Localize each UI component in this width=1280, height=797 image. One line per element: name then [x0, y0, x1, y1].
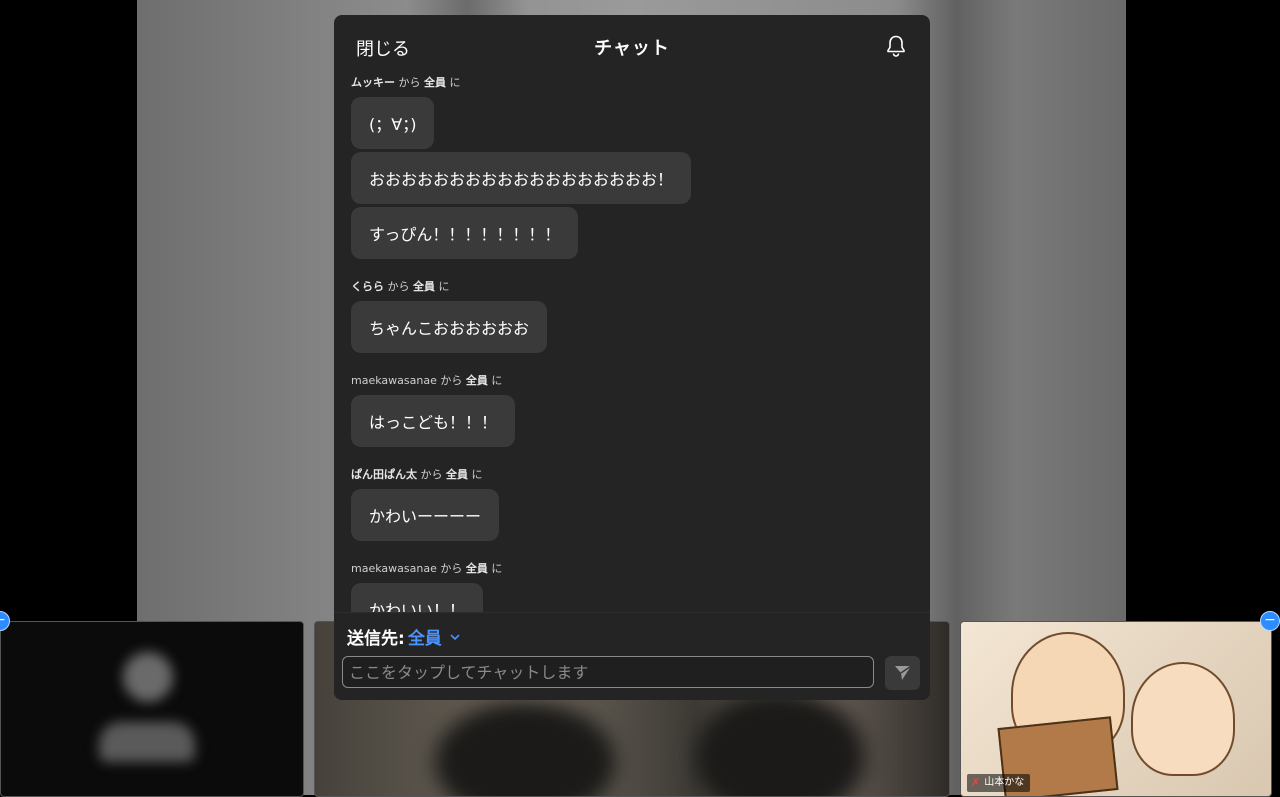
- message-group: ムッキー から 全員 に (；∀；) おおおおおおおおおおおおおおおおおお！ す…: [351, 74, 913, 262]
- to-label: に: [438, 280, 450, 293]
- to-label: に: [449, 76, 461, 89]
- sender-name: maekawasanae: [351, 562, 437, 575]
- message-meta: くらら から 全員 に: [351, 278, 913, 294]
- chat-panel: 閉じる チャット ムッキー から 全員 に (；∀；) おおおおおおおおおおおお…: [334, 15, 930, 700]
- to-label: に: [491, 374, 503, 387]
- recipient-label: 送信先:: [347, 629, 405, 649]
- chat-input[interactable]: ここをタップしてチャットします: [342, 656, 874, 688]
- message-meta: ムッキー から 全員 に: [351, 74, 913, 90]
- video-person: [435, 702, 615, 796]
- from-label: から: [440, 374, 463, 387]
- message-bubble[interactable]: はっこども！！！: [351, 395, 516, 447]
- collapse-right-button[interactable]: −: [1260, 611, 1280, 631]
- from-label: から: [440, 562, 463, 575]
- sender-name: maekawasanae: [351, 374, 437, 387]
- sender-name: ぱん田ぱん太: [351, 468, 417, 481]
- participant-video-thumbnail[interactable]: [0, 621, 304, 797]
- message-bubble[interactable]: おおおおおおおおおおおおおおおおおお！: [351, 152, 692, 204]
- message-group: maekawasanae から 全員 に かわいい！！: [351, 560, 913, 613]
- sender-name: ムッキー: [351, 76, 395, 89]
- message-meta: maekawasanae から 全員 に: [351, 560, 913, 576]
- recipient-selector[interactable]: 送信先: 全員: [347, 624, 461, 649]
- recipient-name: 全員: [465, 374, 488, 387]
- illustration-figure: [1131, 662, 1235, 776]
- participant-video-thumbnail[interactable]: ✗ 山本かな: [960, 621, 1272, 797]
- message-group: ぱん田ぱん太 から 全員 に かわいーーーー: [351, 466, 913, 544]
- recipient-name: 全員: [446, 468, 468, 481]
- to-label: に: [491, 562, 503, 575]
- participant-name-tag: ✗ 山本かな: [967, 774, 1031, 792]
- message-bubble[interactable]: かわいーーーー: [351, 489, 500, 541]
- avatar-placeholder: [123, 652, 173, 702]
- message-group: maekawasanae から 全員 に はっこども！！！: [351, 372, 913, 450]
- chat-message-list[interactable]: ムッキー から 全員 に (；∀；) おおおおおおおおおおおおおおおおおお！ す…: [351, 73, 913, 613]
- message-meta: ぱん田ぱん太 から 全員 に: [351, 466, 913, 482]
- recipient-name: 全員: [413, 280, 435, 293]
- chat-header: 閉じる チャット: [334, 15, 930, 77]
- from-label: から: [420, 468, 443, 481]
- bell-icon[interactable]: [884, 34, 908, 58]
- from-label: から: [398, 76, 421, 89]
- chevron-down-icon[interactable]: [449, 631, 461, 643]
- message-bubble[interactable]: (；∀；): [351, 97, 435, 149]
- chat-composer: 送信先: 全員 ここをタップしてチャットします: [334, 612, 930, 700]
- send-icon: [894, 665, 911, 680]
- from-label: から: [387, 280, 410, 293]
- message-bubble[interactable]: すっぴん！！！！！！！！: [351, 207, 579, 259]
- message-meta: maekawasanae から 全員 に: [351, 372, 913, 388]
- sender-name: くらら: [351, 280, 384, 293]
- participant-name: 山本かな: [984, 777, 1025, 788]
- message-bubble[interactable]: かわいい！！: [351, 583, 484, 613]
- recipient-name: 全員: [424, 76, 446, 89]
- to-label: に: [471, 468, 483, 481]
- message-group: くらら から 全員 に ちゃんこおおおおおお: [351, 278, 913, 356]
- avatar-placeholder: [99, 722, 195, 762]
- mic-muted-icon: ✗: [971, 776, 981, 789]
- send-button[interactable]: [885, 656, 920, 690]
- recipient-name: 全員: [465, 562, 488, 575]
- video-person: [695, 692, 865, 796]
- recipient-value[interactable]: 全員: [408, 624, 442, 649]
- chat-title: チャット: [594, 38, 670, 59]
- message-bubble[interactable]: ちゃんこおおおおおお: [351, 301, 548, 353]
